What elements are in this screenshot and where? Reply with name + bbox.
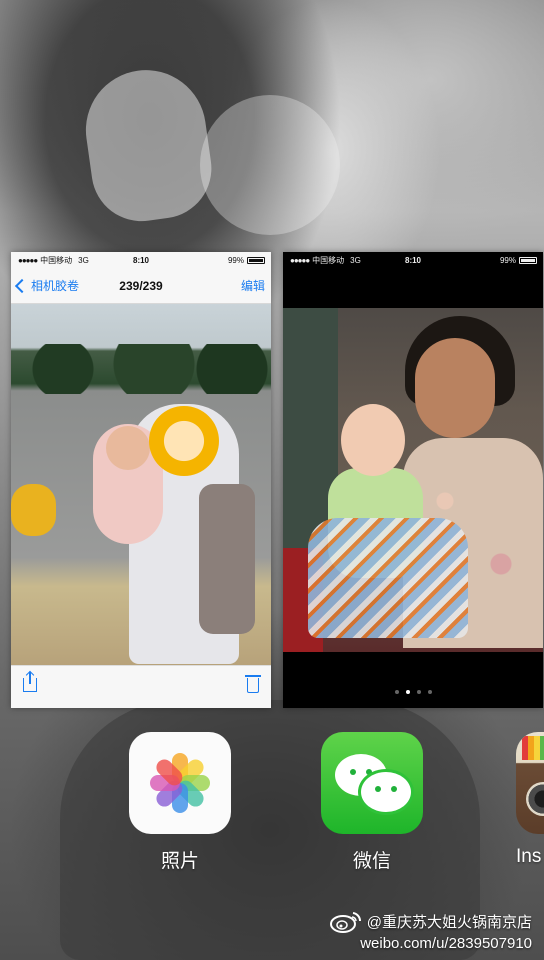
photo-backpack (199, 484, 255, 634)
photo-trees (11, 344, 271, 394)
app-label-photos: 照片 (160, 851, 199, 872)
watermark-handle: @重庆苏大姐火锅南京店 (366, 913, 532, 931)
bubble-eye (366, 769, 372, 775)
sunflower-sticker-icon (149, 406, 219, 476)
watermark-url: weibo.com/u/2839507910 (360, 935, 532, 952)
app-wechat[interactable]: 微信 (321, 732, 423, 873)
wechat-bubbles-icon[interactable] (321, 732, 423, 834)
app-instagram[interactable]: Ins (516, 732, 544, 868)
battery-icon (519, 256, 537, 264)
bubble-eye (375, 786, 381, 792)
instagram-lens (526, 782, 544, 816)
app-card-wechat[interactable]: ●●●●● 中国移动 3G 8:10 99% (283, 252, 543, 708)
bubble-eye (350, 769, 356, 775)
battery-percent: 99% (227, 255, 244, 265)
page-dot (427, 690, 432, 694)
photo-viewer-image[interactable] (11, 304, 271, 666)
edit-button[interactable]: 编辑 (241, 277, 265, 294)
chat-bubble-small (361, 772, 411, 812)
photo-baby-face (106, 426, 150, 470)
app-label-wechat: 微信 (352, 851, 391, 872)
carrier-label: 中国移动 (40, 255, 73, 265)
app-photos[interactable]: 照片 (129, 732, 231, 873)
chevron-left-icon (14, 278, 30, 293)
wallpaper-hand (78, 62, 218, 228)
back-button-label: 相机胶卷 (31, 279, 80, 293)
photo-baby-face (341, 404, 405, 476)
page-dot (394, 690, 399, 694)
share-icon[interactable] (23, 672, 37, 692)
page-dot (405, 690, 410, 694)
page-dot (416, 690, 421, 694)
wechat-photo-image[interactable] (283, 308, 543, 652)
battery-icon (247, 256, 265, 264)
photo-yellow-sleeve (11, 484, 56, 536)
status-bar: ●●●●● 中国移动 3G 8:10 99% (283, 252, 543, 268)
weibo-watermark: @重庆苏大姐火锅南京店 weibo.com/u/2839507910 (329, 909, 532, 952)
signal-icon: ●●●●● (18, 255, 38, 265)
back-button[interactable]: 相机胶卷 (14, 277, 80, 294)
network-label: 3G (78, 255, 89, 265)
battery-percent: 99% (499, 255, 516, 265)
instagram-rainbow-stripe (522, 736, 544, 760)
instagram-camera-icon[interactable] (516, 732, 544, 834)
photo-counter: 239/239 (119, 278, 163, 293)
photo-baby-carrier (308, 518, 468, 638)
trash-icon[interactable] (245, 675, 261, 693)
status-time: 8:10 (404, 255, 422, 265)
watermark-handle-row: @重庆苏大姐火锅南京店 (329, 909, 532, 933)
app-card-photos[interactable]: ●●●●● 中国移动 3G 8:10 99% 相机胶卷 239/239 编辑 (11, 252, 271, 708)
nav-bar: 相机胶卷 239/239 编辑 (11, 268, 271, 304)
carrier-label: 中国移动 (312, 255, 345, 265)
app-label-instagram: Ins (516, 846, 542, 867)
battery-indicator: 99% (500, 256, 537, 265)
wallpaper-face (200, 95, 340, 235)
network-label: 3G (350, 255, 361, 265)
status-bar: ●●●●● 中国移动 3G 8:10 99% (11, 252, 271, 268)
photo-toolbar (11, 665, 271, 708)
photos-flower-icon[interactable] (129, 732, 231, 834)
status-time: 8:10 (132, 255, 150, 265)
photo-woman-face (415, 338, 495, 438)
page-indicator (283, 690, 543, 694)
weibo-logo-icon (329, 912, 361, 933)
signal-icon: ●●●●● (290, 255, 310, 265)
battery-indicator: 99% (228, 256, 265, 265)
bubble-eye (391, 786, 397, 792)
